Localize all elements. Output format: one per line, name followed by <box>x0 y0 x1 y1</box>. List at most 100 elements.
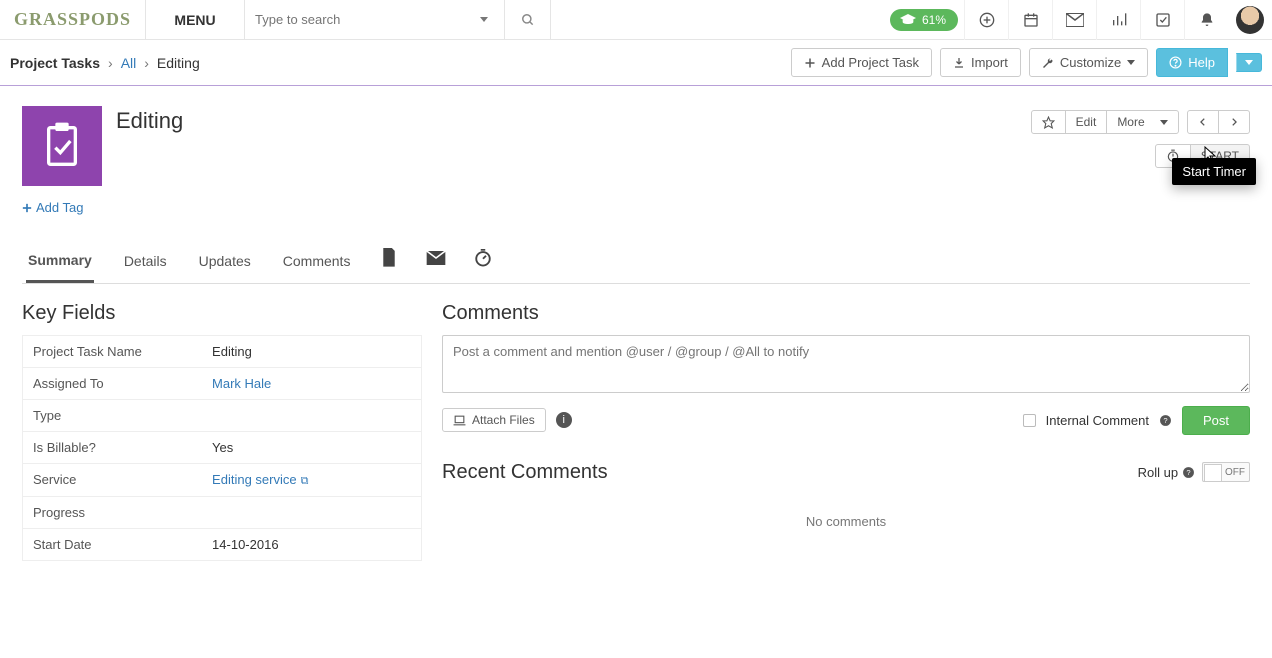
field-value[interactable]: Mark Hale <box>202 367 421 399</box>
next-record-button[interactable] <box>1218 110 1250 134</box>
info-icon[interactable]: i <box>556 412 572 428</box>
key-fields-table: Project Task NameEditing Assigned ToMark… <box>22 335 422 561</box>
plus-circle-icon <box>979 12 995 28</box>
assigned-to-link[interactable]: Mark Hale <box>212 376 271 391</box>
table-row: Type <box>23 399 422 431</box>
tab-updates[interactable]: Updates <box>197 243 253 281</box>
field-value[interactable]: Editing <box>202 335 421 367</box>
tab-documents[interactable] <box>380 248 398 276</box>
notifications-button[interactable] <box>1184 0 1228 40</box>
field-value[interactable] <box>202 399 421 431</box>
breadcrumb-all[interactable]: All <box>121 55 137 71</box>
field-value[interactable]: 14-10-2016 <box>202 528 421 560</box>
breadcrumb-current: Editing <box>157 55 200 71</box>
calendar-button[interactable] <box>1008 0 1052 40</box>
question-circle-icon[interactable]: ? <box>1159 414 1172 427</box>
search-icon <box>521 13 535 27</box>
service-link[interactable]: Editing service <box>212 472 297 487</box>
search-button[interactable] <box>505 0 551 40</box>
reports-button[interactable] <box>1096 0 1140 40</box>
tasks-button[interactable] <box>1140 0 1184 40</box>
no-comments-message: No comments <box>442 484 1250 559</box>
tab-timer[interactable] <box>474 249 492 275</box>
breadcrumb: Project Tasks › All › Editing <box>10 55 200 71</box>
search-input[interactable] <box>255 12 474 27</box>
field-value[interactable]: Editing service ⧉ <box>202 463 421 496</box>
menu-button[interactable]: MENU <box>145 0 245 40</box>
chevron-down-icon <box>1160 120 1168 125</box>
graduation-cap-icon <box>900 14 916 26</box>
breadcrumb-root[interactable]: Project Tasks <box>10 55 100 71</box>
import-button[interactable]: Import <box>940 48 1021 77</box>
rollup-label: Roll up <box>1138 465 1178 480</box>
progress-value: 61% <box>922 13 946 27</box>
content: Editing Edit More <box>0 86 1272 631</box>
progress-badge[interactable]: 61% <box>890 9 958 31</box>
svg-text:?: ? <box>1186 468 1190 477</box>
tab-summary[interactable]: Summary <box>26 242 94 283</box>
plus-icon <box>804 57 816 69</box>
table-row: Progress <box>23 496 422 528</box>
record-header: Editing Edit More <box>10 106 1262 186</box>
star-icon <box>1042 116 1055 129</box>
favorite-button[interactable] <box>1031 110 1066 134</box>
field-label: Progress <box>23 496 203 528</box>
add-project-task-label: Add Project Task <box>822 55 919 70</box>
comment-input[interactable] <box>442 335 1250 393</box>
table-row: Is Billable?Yes <box>23 431 422 463</box>
more-button[interactable]: More <box>1106 110 1179 134</box>
customize-button[interactable]: Customize <box>1029 48 1148 77</box>
key-fields-panel: Key Fields Project Task NameEditing Assi… <box>22 302 422 561</box>
search-filter-chevron-icon[interactable] <box>474 14 494 25</box>
post-button[interactable]: Post <box>1182 406 1250 435</box>
tab-comments[interactable]: Comments <box>281 243 353 281</box>
question-circle-icon[interactable]: ? <box>1182 466 1195 479</box>
internal-comment-checkbox[interactable] <box>1023 414 1036 427</box>
check-square-icon <box>1155 12 1171 28</box>
wrench-icon <box>1042 57 1054 69</box>
download-icon <box>953 57 965 69</box>
field-label: Is Billable? <box>23 431 203 463</box>
add-tag-button[interactable]: Add Tag <box>22 200 83 215</box>
global-search[interactable] <box>245 0 505 40</box>
chevron-down-icon <box>1245 60 1253 65</box>
edit-button[interactable]: Edit <box>1065 110 1108 134</box>
clipboard-check-icon <box>42 121 82 171</box>
add-button[interactable] <box>964 0 1008 40</box>
avatar-image <box>1236 6 1264 34</box>
envelope-icon <box>426 251 446 265</box>
plus-icon <box>22 203 32 213</box>
mail-button[interactable] <box>1052 0 1096 40</box>
document-icon <box>380 248 398 268</box>
calendar-icon <box>1023 12 1039 28</box>
chevron-right-icon <box>1229 117 1239 127</box>
user-avatar[interactable] <box>1228 6 1272 34</box>
comments-panel: Comments Attach Files i Internal Comment… <box>442 302 1250 559</box>
brand-logo[interactable]: GRASSPODS <box>0 9 145 30</box>
recent-comments-title: Recent Comments <box>442 461 608 484</box>
tooltip: Start Timer <box>1172 158 1256 185</box>
attach-label: Attach Files <box>472 413 535 427</box>
more-label: More <box>1117 115 1144 129</box>
tab-details[interactable]: Details <box>122 243 169 281</box>
help-button[interactable]: Help <box>1156 48 1228 77</box>
attach-files-button[interactable]: Attach Files <box>442 408 546 432</box>
external-link-icon[interactable]: ⧉ <box>301 475 309 487</box>
breadcrumb-bar: Project Tasks › All › Editing Add Projec… <box>0 40 1272 86</box>
record-actions: Edit More START <box>1031 106 1250 168</box>
chevron-right-icon: › <box>144 55 149 71</box>
help-label: Help <box>1188 55 1215 70</box>
import-label: Import <box>971 55 1008 70</box>
record-title: Editing <box>116 106 183 134</box>
field-label: Service <box>23 463 203 496</box>
chevron-left-icon <box>1198 117 1208 127</box>
rollup-toggle[interactable]: OFF <box>1202 462 1250 482</box>
tab-emails[interactable] <box>426 251 446 273</box>
field-value[interactable]: Yes <box>202 431 421 463</box>
prev-record-button[interactable] <box>1187 110 1219 134</box>
field-label: Start Date <box>23 528 203 560</box>
field-value[interactable] <box>202 496 421 528</box>
add-project-task-button[interactable]: Add Project Task <box>791 48 932 77</box>
help-dropdown-button[interactable] <box>1236 53 1262 72</box>
chevron-right-icon: › <box>108 55 113 71</box>
